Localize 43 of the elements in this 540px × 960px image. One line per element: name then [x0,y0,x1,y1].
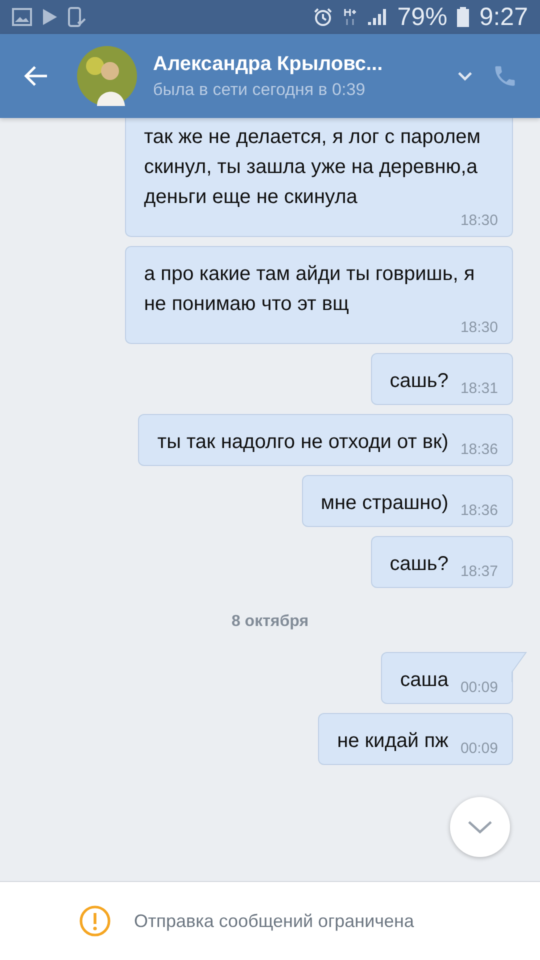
message-time: 00:09 [460,679,498,697]
chevron-down-icon[interactable] [457,71,473,81]
message-time: 18:30 [460,319,498,337]
message-text: так же не делается, я лог с паролем скинул, ты зашла уже на деревню,а деньги еще не скинула [144,125,482,210]
clock: 9:27 [479,2,528,32]
message-time: 18:37 [460,563,498,581]
battery-percent: 79% [397,2,448,32]
avatar[interactable] [77,46,137,106]
message-text: сашь? [390,369,448,394]
message-time: 18:36 [460,502,498,520]
message-time: 00:09 [460,740,498,758]
message-bubble[interactable]: сашь? 18:37 [370,536,513,588]
phone-check-icon [68,7,86,27]
warning-icon [79,905,111,937]
message-text: мне страшно) [320,491,448,516]
message-time: 18:36 [460,441,498,459]
message-bubble[interactable]: мне страшно) 18:36 [302,475,513,527]
message-text: сашь? [390,552,448,577]
message-text: не кидай пж [337,729,448,754]
date-separator: 8 октября [231,613,309,631]
message-text: ты так надолго не отходи от вк) [157,430,448,455]
message-bubble[interactable]: так же не делается, я лог с паролем скинул, ты зашла уже на деревню,а деньги еще не скинула 18:30 [125,118,513,237]
play-icon [42,8,58,26]
last-seen: была в сети сегодня в 0:39 [153,80,366,100]
message-bubble[interactable]: не кидай пж 00:09 [318,713,513,765]
gallery-icon [12,8,32,26]
message-bubble[interactable]: а про какие там айди ты говришь, я не понимаю что эт вщ 18:30 [125,246,513,344]
bubble-tail [511,652,527,682]
message-bubble[interactable]: ты так надолго не отходи от вк) 18:36 [138,414,513,466]
back-icon[interactable] [23,64,49,88]
contact-name[interactable]: Александра Крыловс... [153,52,447,76]
signal-icon [367,8,388,26]
alarm-icon [313,7,334,27]
message-bubble[interactable]: сашь? 18:31 [370,353,513,405]
network-icon [343,7,358,27]
scroll-down-button[interactable] [450,797,510,857]
chevron-down-icon [467,820,493,834]
battery-icon [457,7,470,27]
message-time: 18:31 [460,380,498,398]
message-time: 18:30 [460,212,498,230]
message-text: а про какие там айди ты говришь, я не понимаю что эт вщ [144,262,476,317]
notice-text: Отправка сообщений ограничена [134,910,414,932]
message-text: саша [400,668,448,693]
